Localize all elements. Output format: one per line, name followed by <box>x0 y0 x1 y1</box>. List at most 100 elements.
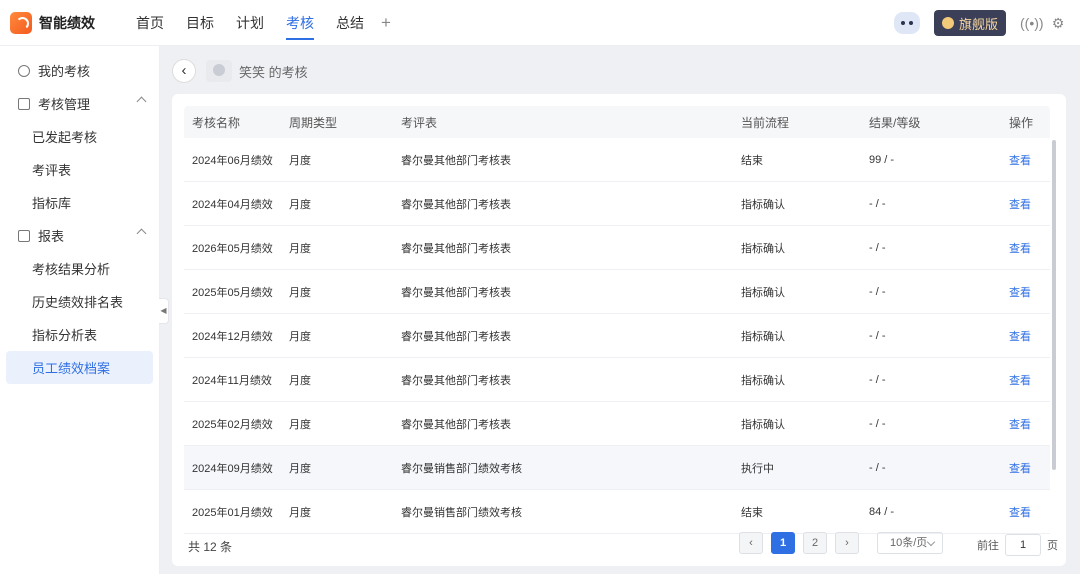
table-cell: 指标确认 <box>741 330 785 343</box>
sidebar-item-reports[interactable]: 报表 <box>6 219 153 252</box>
table-cell: 睿尔曼其他部门考核表 <box>401 374 511 387</box>
column-header: 考评表 <box>401 115 438 130</box>
table-cell: 月度 <box>289 418 311 431</box>
column-header: 周期类型 <box>289 115 338 130</box>
sidebar-item-indicator-analysis[interactable]: 指标分析表 <box>6 318 153 351</box>
sidebar-item-label: 指标分析表 <box>32 328 98 343</box>
nav-tab-reviews[interactable]: 考核 <box>275 0 325 46</box>
app-brand: 智能绩效 <box>39 14 95 31</box>
view-link[interactable]: 查看 <box>1001 460 1050 476</box>
table-cell: 指标确认 <box>741 242 785 255</box>
edition-badge-button[interactable]: 旗舰版 <box>933 10 1006 36</box>
table-cell: 结束 <box>741 154 763 167</box>
app-logo-icon <box>10 11 32 34</box>
avatar <box>206 60 232 82</box>
view-link[interactable]: 查看 <box>1001 504 1050 520</box>
nav-tab-home[interactable]: 首页 <box>125 0 175 46</box>
edit-doc-icon <box>18 97 30 110</box>
view-link[interactable]: 查看 <box>1001 240 1050 256</box>
goto-label: 前往 <box>977 540 999 552</box>
sidebar-item-result-analysis[interactable]: 考核结果分析 <box>6 252 153 285</box>
table-cell: 睿尔曼其他部门考核表 <box>401 330 511 343</box>
table-row[interactable]: 2024年04月绩效 月度 睿尔曼其他部门考核表 指标确认 - / - 查看 <box>184 182 1050 226</box>
table-cell: 睿尔曼其他部门考核表 <box>401 154 511 167</box>
table-cell: 指标确认 <box>741 286 785 299</box>
view-link[interactable]: 查看 <box>1001 152 1050 168</box>
back-button[interactable]: ‹ <box>172 59 196 83</box>
sidebar-item-label: 历史绩效排名表 <box>32 295 124 310</box>
table-row[interactable]: 2024年06月绩效 月度 睿尔曼其他部门考核表 结束 99 / - 查看 <box>184 138 1050 182</box>
view-link[interactable]: 查看 <box>1001 372 1050 388</box>
ai-assistant-icon[interactable] <box>893 12 920 34</box>
page-button-2[interactable]: 2 <box>803 532 827 554</box>
table-row[interactable]: 2025年05月绩效 月度 睿尔曼其他部门考核表 指标确认 - / - 查看 <box>184 270 1050 314</box>
sidebar-item-initiated-reviews[interactable]: 已发起考核 <box>6 120 153 153</box>
broadcast-icon[interactable]: ((•)) <box>1020 15 1044 31</box>
sidebar-item-my-reviews[interactable]: 我的考核 <box>6 54 153 87</box>
table-row[interactable]: 2026年05月绩效 月度 睿尔曼其他部门考核表 指标确认 - / - 查看 <box>184 226 1050 270</box>
nav-tab-plans[interactable]: 计划 <box>225 0 275 46</box>
table-cell: 月度 <box>289 198 311 211</box>
table-row[interactable]: 2024年11月绩效 月度 睿尔曼其他部门考核表 指标确认 - / - 查看 <box>184 358 1050 402</box>
table-cell: 2024年09月绩效 <box>192 462 273 475</box>
sidebar-item-label: 我的考核 <box>38 64 91 79</box>
table-row[interactable]: 2024年09月绩效 月度 睿尔曼销售部门绩效考核 执行中 - / - 查看 <box>184 446 1050 490</box>
sidebar-item-label: 指标库 <box>32 196 72 211</box>
chevron-up-icon <box>136 228 147 239</box>
column-header: 操作 <box>1009 115 1034 130</box>
sidebar-item-review-forms[interactable]: 考评表 <box>6 153 153 186</box>
table-cell: - / - <box>869 285 886 298</box>
view-link[interactable]: 查看 <box>1001 328 1050 344</box>
nav-tab-summary[interactable]: 总结 <box>325 0 375 46</box>
table-scrollbar[interactable] <box>1052 140 1056 470</box>
sidebar-item-review-management[interactable]: 考核管理 <box>6 87 153 120</box>
sidebar-item-history-ranking[interactable]: 历史绩效排名表 <box>6 285 153 318</box>
column-header: 当前流程 <box>741 115 790 130</box>
top-navbar: 智能绩效 首页 目标 计划 考核 总结 + 旗舰版 ((•)) ⚙ <box>0 0 1080 46</box>
add-tab-icon[interactable]: + <box>375 0 397 46</box>
table-cell: 月度 <box>289 330 311 343</box>
total-count: 共 12 条 <box>188 540 233 554</box>
user-icon <box>18 64 30 77</box>
table-cell: 2025年05月绩效 <box>192 286 273 299</box>
table-body: 2024年06月绩效 月度 睿尔曼其他部门考核表 结束 99 / - 查看 2024年04月… <box>184 138 1050 534</box>
sidebar-item-indicator-library[interactable]: 指标库 <box>6 186 153 219</box>
sidebar-collapse-handle[interactable]: ◀ <box>159 298 169 324</box>
crown-icon <box>941 17 954 29</box>
sidebar-item-label: 考评表 <box>32 163 72 178</box>
goto-suffix: 页 <box>1047 540 1058 552</box>
goto-page: 前往 页 <box>977 534 1058 556</box>
table-cell: - / - <box>869 329 886 342</box>
prev-page-button[interactable]: ‹ <box>739 532 763 554</box>
page-size-select[interactable]: 10条/页 <box>877 532 943 554</box>
table-cell: 结束 <box>741 506 763 519</box>
table-cell: - / - <box>869 461 886 474</box>
pagination: ‹ 1 2 › 10条/页 <box>739 532 943 554</box>
sidebar-item-label: 考核管理 <box>38 97 91 112</box>
sidebar-item-employee-archive[interactable]: 员工绩效档案 <box>6 351 153 384</box>
table-row[interactable]: 2025年02月绩效 月度 睿尔曼其他部门考核表 指标确认 - / - 查看 <box>184 402 1050 446</box>
sidebar-item-label: 考核结果分析 <box>32 262 111 277</box>
table-cell: 月度 <box>289 506 311 519</box>
nav-tab-goals[interactable]: 目标 <box>175 0 225 46</box>
page-button-1[interactable]: 1 <box>771 532 795 554</box>
table-cell: 2024年06月绩效 <box>192 154 273 167</box>
edition-label: 旗舰版 <box>958 16 998 32</box>
table-cell: 2024年04月绩效 <box>192 198 273 211</box>
table-cell: 2024年11月绩效 <box>192 374 272 387</box>
table-row[interactable]: 2025年01月绩效 月度 睿尔曼销售部门绩效考核 结束 84 / - 查看 <box>184 490 1050 534</box>
gear-icon[interactable]: ⚙ <box>1050 15 1066 31</box>
breadcrumb: ‹ 笑笑 的考核 <box>172 57 308 85</box>
view-link[interactable]: 查看 <box>1001 196 1050 212</box>
goto-page-input[interactable] <box>1005 534 1041 556</box>
table-cell: 月度 <box>289 374 311 387</box>
next-page-button[interactable]: › <box>835 532 859 554</box>
sidebar: 我的考核 考核管理 已发起考核 考评表 指标库 报表 考核结果分析 历史绩效排名… <box>0 46 160 574</box>
view-link[interactable]: 查看 <box>1001 284 1050 300</box>
table-cell: 指标确认 <box>741 374 785 387</box>
sidebar-item-label: 已发起考核 <box>32 130 98 145</box>
table-cell: 睿尔曼其他部门考核表 <box>401 286 511 299</box>
page-title: 笑笑 的考核 <box>239 64 308 80</box>
table-row[interactable]: 2024年12月绩效 月度 睿尔曼其他部门考核表 指标确认 - / - 查看 <box>184 314 1050 358</box>
view-link[interactable]: 查看 <box>1001 416 1050 432</box>
